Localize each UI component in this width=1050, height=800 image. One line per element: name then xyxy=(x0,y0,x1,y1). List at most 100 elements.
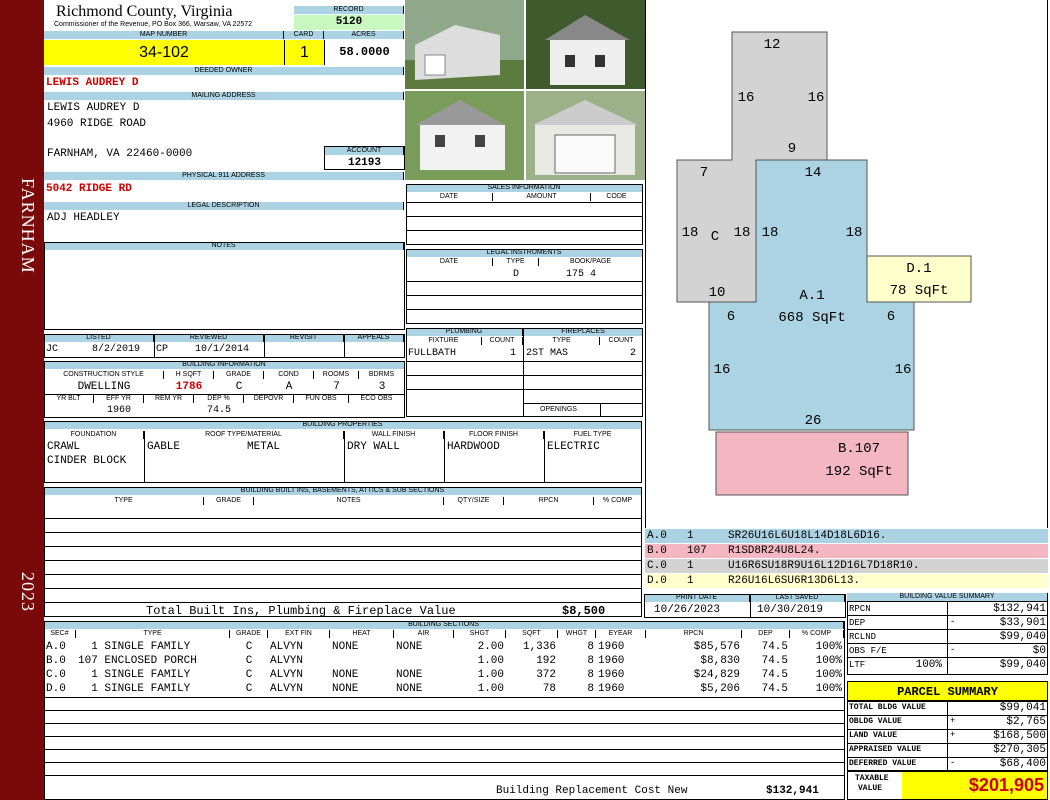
sketch-dimension: 16 xyxy=(738,90,755,106)
legal-description: ADJ HEADLEY xyxy=(47,212,120,224)
notes-box xyxy=(44,242,405,330)
review-box xyxy=(44,334,405,358)
taxable-value: $201,905 xyxy=(902,772,1047,799)
deeded-owner-label: DEEDED OWNER xyxy=(44,67,404,75)
record-value: 5120 xyxy=(294,15,404,30)
physical-address: 5042 RIDGE RD xyxy=(46,183,132,195)
bvs-obs-label: OBS F/E xyxy=(849,646,887,656)
record-label: RECORD xyxy=(294,6,404,14)
bvs-rclnd: $99,040 xyxy=(999,631,1046,643)
mailing-line-3: FARNHAM, VA 22460-0000 xyxy=(47,148,193,160)
sketch-dimension: 18 xyxy=(734,225,751,241)
sketch-label-d: D.1 xyxy=(906,261,931,277)
bvs-dep: $33,901 xyxy=(999,617,1046,629)
property-photos xyxy=(405,0,645,180)
sketch-dimension: 16 xyxy=(808,90,825,106)
building-properties-box xyxy=(44,421,642,483)
legend-code: R1SD8R24U8L24. xyxy=(728,545,821,557)
sketch-dimension: 18 xyxy=(762,225,779,241)
sketch-dimension: 6 xyxy=(887,309,895,325)
bvs-label: BUILDING VALUE SUMMARY xyxy=(847,593,1048,601)
sketch-dimension: 18 xyxy=(682,225,699,241)
acres-value: 58.0000 xyxy=(324,40,404,65)
legend-row: B.0 107 R1SD8R24U8L24. xyxy=(645,544,1048,558)
sketch-dimension: 16 xyxy=(895,362,912,378)
legend-sec: B.0 xyxy=(647,545,667,557)
ps-bldg-label: TOTAL BLDG VALUE xyxy=(849,703,926,712)
bvs-obs: $0 xyxy=(1032,645,1046,657)
mailing-line-2: 4960 RIDGE ROAD xyxy=(47,118,147,130)
sales-table xyxy=(406,184,643,245)
ps-deferred: $68,400 xyxy=(999,758,1046,770)
mailing-address-label: MAILING ADDRESS xyxy=(44,92,404,100)
physical-address-label: PHYSICAL 911 ADDRESS xyxy=(44,172,404,180)
sketch-dimension: 7 xyxy=(700,165,708,181)
sketch-dimension: 14 xyxy=(805,165,822,181)
building-info-box xyxy=(44,361,405,418)
sketch-label-a: A.1 xyxy=(799,288,824,304)
sketch-dimension: 18 xyxy=(846,225,863,241)
legend-sec: A.0 xyxy=(647,530,667,542)
legend-code: R26U16L6SU6R13D6L13. xyxy=(728,575,861,587)
bvs-ltf-pct: 100% xyxy=(915,659,942,671)
legend-row: A.0 1 SR26U16L6U18L14D18L6D16. xyxy=(645,529,1048,543)
legend-row: D.0 1 R26U16L6SU6R13D6L13. xyxy=(645,574,1048,588)
ps-deferred-label: DEFERRED VALUE xyxy=(849,759,917,768)
ps-appraised-label: APPRAISED VALUE xyxy=(849,745,922,754)
card-label: CARD xyxy=(284,31,324,39)
sketch-label-c: C xyxy=(711,229,719,245)
ps-obldg: $2,765 xyxy=(1006,716,1046,728)
ps-land-label: LAND VALUE xyxy=(849,731,898,740)
ps-appraised: $270,305 xyxy=(993,744,1046,756)
ps-obldg-label: OBLDG VALUE xyxy=(849,717,902,726)
legend-num: 1 xyxy=(687,530,694,542)
legend-sec: D.0 xyxy=(647,575,667,587)
legend-num: 1 xyxy=(687,575,694,587)
bvs-rpcn: $132,941 xyxy=(993,603,1046,615)
deeded-owner: LEWIS AUDREY D xyxy=(46,77,139,89)
legal-instruments-table xyxy=(406,249,643,324)
legend-code: SR26U16L6U18L14D18L6D16. xyxy=(728,530,887,542)
building-sketch: 1216 1697 1418 18 18 18106 616 1626A.1668 SqFtC… xyxy=(676,31,972,496)
sketch-dimension: 9 xyxy=(788,141,796,157)
bvs-dep-label: DEP xyxy=(849,618,866,628)
sketch-dimension: 26 xyxy=(805,413,822,429)
brcn-value: $132,941 xyxy=(766,785,819,797)
bvs-ltf: $99,040 xyxy=(999,659,1046,671)
sidebar-year: 2023 xyxy=(18,572,38,612)
sidebar-city: FARNHAM xyxy=(18,178,38,274)
mailing-line-1: LEWIS AUDREY D xyxy=(47,102,140,114)
legal-description-label: LEGAL DESCRIPTION xyxy=(44,202,404,210)
legend-num: 1 xyxy=(687,560,694,572)
map-number: 34-102 xyxy=(44,40,284,65)
builtins-total: $8,500 xyxy=(562,604,606,618)
legend-row: C.0 1 U16R6SU18R9U16L12D16L7D18R10. xyxy=(645,559,1048,573)
taxable-label-1: TAXABLE xyxy=(855,774,889,783)
parcel-summary-title: PARCEL SUMMARY xyxy=(847,681,1048,701)
taxable-label-2: VALUE xyxy=(858,784,883,793)
legend-code: U16R6SU18R9U16L12D16L7D18R10. xyxy=(728,560,920,572)
builtins-box xyxy=(44,487,642,617)
commissioner-address: Commissioner of the Revenue, PO Box 366,… xyxy=(54,21,253,28)
sidebar: FARNHAM 2023 xyxy=(0,0,44,800)
ps-land: $168,500 xyxy=(993,730,1046,742)
sketch-dimension: 16 xyxy=(714,362,731,378)
bvs-rclnd-label: RCLND xyxy=(849,632,877,642)
county-title: Richmond County, Virginia xyxy=(56,3,233,20)
sketch-label-b: B.107 xyxy=(838,441,880,457)
card-number: 1 xyxy=(284,40,324,65)
map-number-label: MAP NUMBER xyxy=(44,31,284,39)
sketch-dimension: 10 xyxy=(709,285,726,301)
acres-label: ACRES xyxy=(324,31,404,39)
sketch-dimension: 6 xyxy=(727,309,735,325)
dates-box xyxy=(644,594,846,618)
builtins-total-label: Total Built Ins, Plumbing & Fireplace Va… xyxy=(146,604,456,618)
bvs-rpcn-label: RPCN xyxy=(849,604,871,614)
brcn-label: Building Replacement Cost New xyxy=(496,785,688,797)
sketch-sqft-b: 192 SqFt xyxy=(825,464,892,480)
sketch-dimension: 12 xyxy=(764,37,781,53)
legend-sec: C.0 xyxy=(647,560,667,572)
legend-num: 107 xyxy=(687,545,707,557)
bvs-ltf-label: LTF xyxy=(849,660,866,670)
ps-bldg: $99,041 xyxy=(999,702,1046,714)
